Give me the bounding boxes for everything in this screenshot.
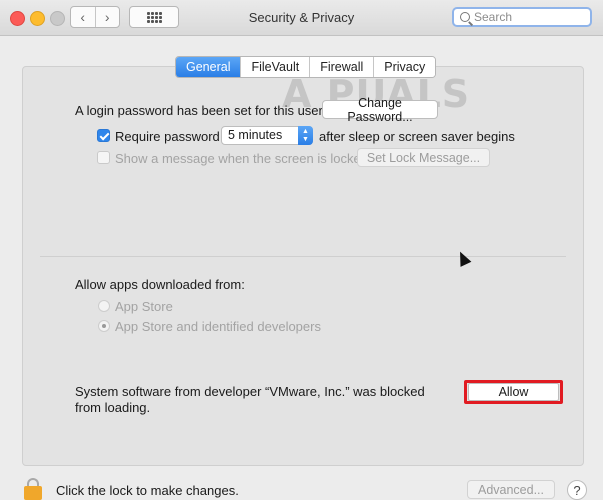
after-sleep-text: after sleep or screen saver begins [319,129,515,144]
updown-arrows-icon: ▲ ▼ [298,126,313,145]
lock-button[interactable] [24,478,42,500]
search-icon [460,12,470,22]
set-lock-message-button[interactable]: Set Lock Message... [357,148,490,167]
lock-instruction-text: Click the lock to make changes. [56,483,239,498]
require-password-label: Require password [115,129,220,144]
allow-highlight-box [464,380,563,404]
advanced-button[interactable]: Advanced... [467,480,555,499]
allow-apps-heading: Allow apps downloaded from: [75,277,245,292]
change-password-button[interactable]: Change Password... [322,96,438,124]
show-message-checkbox[interactable] [97,151,110,164]
require-password-checkbox[interactable] [97,129,110,142]
require-delay-value: 5 minutes [228,128,283,142]
radio-app-store-label: App Store [115,299,173,314]
tab-general[interactable]: General [176,57,241,77]
radio-app-store-identified-label: App Store and identified developers [115,319,321,334]
lock-icon [24,486,42,500]
show-message-label: Show a message when the screen is locked [115,151,368,166]
section-divider [40,256,566,257]
search-field[interactable] [452,7,592,27]
radio-app-store-identified[interactable] [98,320,110,332]
help-button[interactable]: ? [567,480,587,500]
radio-app-store[interactable] [98,300,110,312]
title-bar: ‹ › Security & Privacy [0,0,603,36]
require-delay-select[interactable]: 5 minutes ▲ ▼ [221,126,313,145]
blocked-software-text-line1: System software from developer “VMware, … [75,384,425,399]
blocked-software-text-line2: from loading. [75,400,151,415]
search-input[interactable] [474,9,586,25]
login-password-text: A login password has been set for this u… [75,103,323,118]
